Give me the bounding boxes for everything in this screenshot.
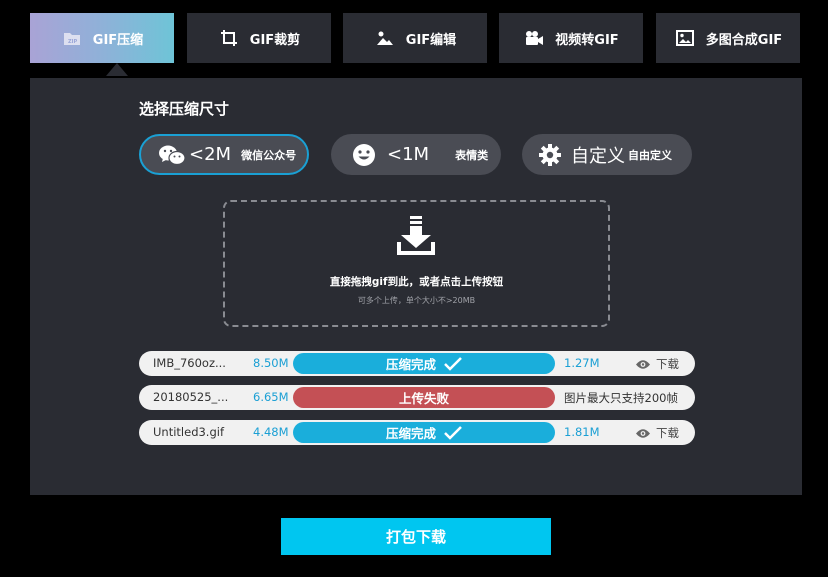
video-camera-icon — [523, 27, 545, 49]
dropzone-instruction: 直接拖拽gif到此，或者点击上传按钮 — [329, 276, 504, 288]
file-row: IMB_760oz... 8.50M 压缩完成 1.27M 下载 — [139, 351, 695, 376]
tab-multi-image-gif[interactable]: 多图合成GIF — [656, 13, 800, 63]
status-text: 上传失败 — [398, 391, 449, 406]
pack-download-button[interactable]: 打包下载 — [281, 518, 551, 555]
eye-icon — [635, 359, 651, 370]
check-icon — [444, 425, 462, 440]
size-option-2m[interactable]: <2M 微信公众号 — [139, 134, 309, 175]
download-tray-icon — [395, 216, 437, 264]
tab-label: 多图合成GIF — [705, 32, 783, 48]
size-option-1m[interactable]: <1M 表情类 — [331, 134, 501, 175]
image-edit-icon — [374, 27, 396, 49]
file-original-size: 6.65M — [253, 390, 289, 404]
section-title: 选择压缩尺寸 — [139, 100, 230, 118]
file-name: 20180525_... — [153, 390, 229, 404]
tab-gif-compress[interactable]: ZIP GIF压缩 — [30, 13, 174, 76]
eye-icon — [635, 428, 651, 439]
file-name: IMB_760oz... — [153, 356, 226, 370]
file-compressed-size: 1.81M — [564, 425, 600, 439]
download-link[interactable]: 下载 — [635, 356, 679, 372]
download-label: 下载 — [656, 426, 679, 440]
upload-dropzone[interactable]: 直接拖拽gif到此，或者点击上传按钮 可多个上传，单个大小不>20MB — [223, 200, 610, 327]
option-label: <1M — [387, 144, 430, 165]
wechat-icon — [158, 144, 186, 166]
zip-folder-icon: ZIP — [61, 27, 83, 49]
smiley-icon — [351, 143, 377, 167]
tab-label: GIF裁剪 — [249, 32, 301, 48]
gear-icon — [537, 143, 563, 167]
file-compressed-size: 1.27M — [564, 356, 600, 370]
status-text: 压缩完成 — [385, 357, 436, 372]
status-bar-failed: 上传失败 — [293, 387, 555, 408]
tab-gif-edit[interactable]: GIF编辑 — [343, 13, 487, 63]
svg-text:ZIP: ZIP — [68, 39, 77, 45]
compress-panel: 选择压缩尺寸 <2M 微信公众号 <1M 表情类 自定义 自由定义 直接拖拽gi… — [30, 78, 802, 495]
crop-icon — [218, 27, 240, 49]
tab-label: 视频转GIF — [555, 32, 619, 48]
download-link[interactable]: 下载 — [635, 425, 679, 441]
option-label: <2M — [189, 144, 232, 165]
tab-gif-crop[interactable]: GIF裁剪 — [187, 13, 331, 63]
option-sub-label: 微信公众号 — [241, 148, 297, 162]
file-original-size: 4.48M — [253, 425, 289, 439]
file-original-size: 8.50M — [253, 356, 289, 370]
file-row: 20180525_... 6.65M 上传失败 图片最大只支持200帧 — [139, 385, 695, 410]
tab-label: GIF压缩 — [92, 32, 144, 48]
download-label: 下载 — [656, 357, 679, 371]
tab-video-to-gif[interactable]: 视频转GIF — [499, 13, 643, 63]
file-row: Untitled3.gif 4.48M 压缩完成 1.81M 下载 — [139, 420, 695, 445]
status-bar-success: 压缩完成 — [293, 353, 555, 374]
option-sub-label: 自由定义 — [628, 148, 672, 162]
tab-label: GIF编辑 — [405, 32, 457, 48]
option-sub-label: 表情类 — [455, 148, 489, 162]
file-name: Untitled3.gif — [153, 425, 225, 439]
status-bar-success: 压缩完成 — [293, 422, 555, 443]
check-icon — [444, 356, 462, 371]
status-text: 压缩完成 — [385, 426, 436, 441]
size-option-custom[interactable]: 自定义 自由定义 — [522, 134, 692, 175]
error-message: 图片最大只支持200帧 — [564, 391, 678, 405]
option-label: 自定义 — [571, 145, 625, 167]
dropzone-hint: 可多个上传，单个大小不>20MB — [357, 296, 476, 305]
images-icon — [674, 27, 696, 49]
